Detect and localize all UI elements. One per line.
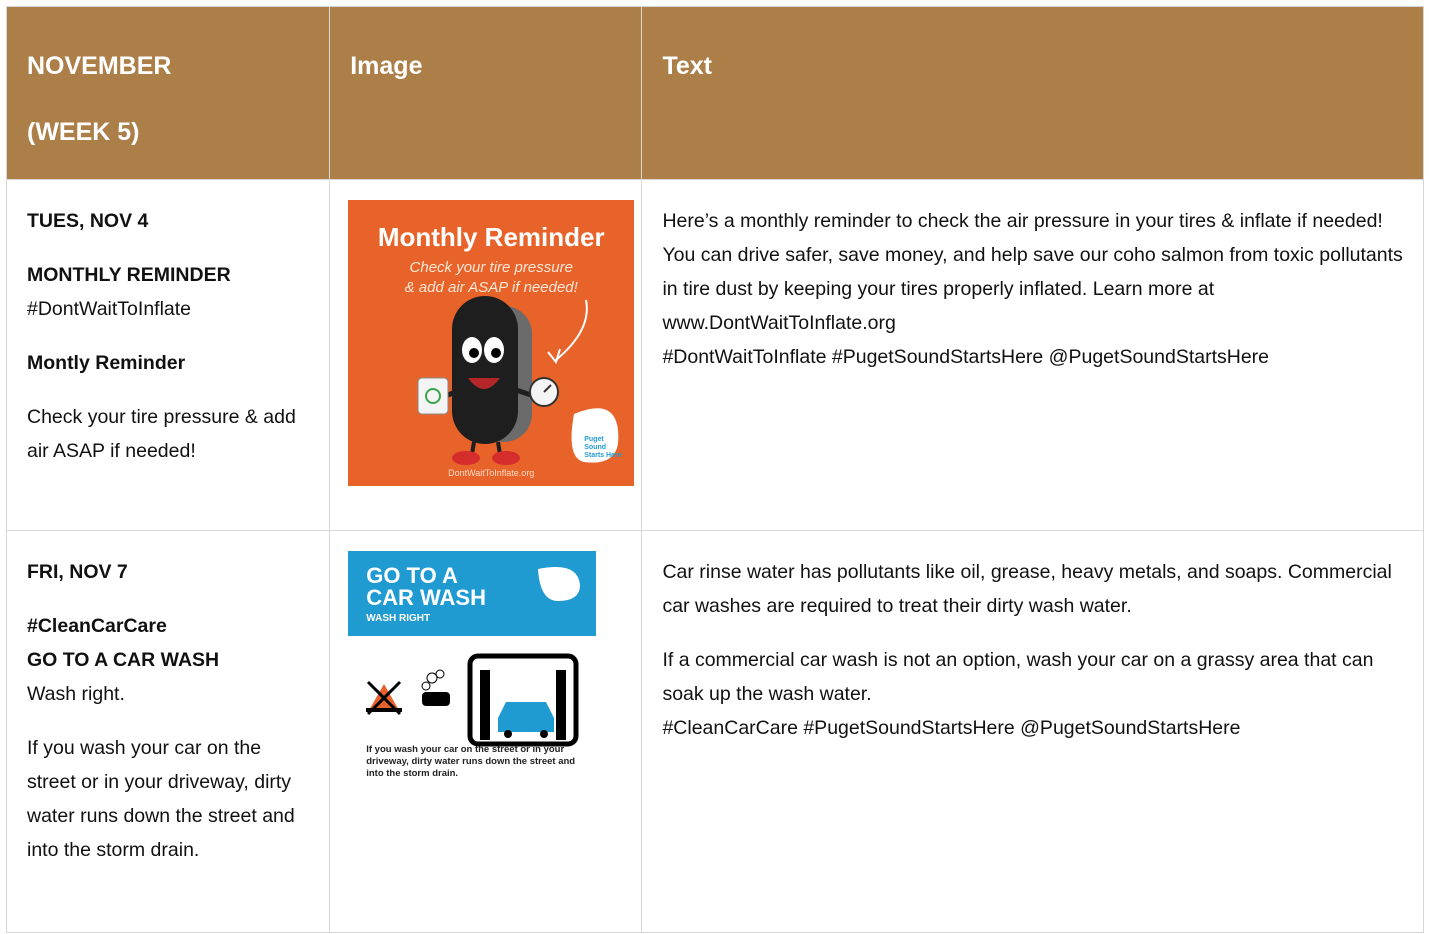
header-month: NOVEMBER: [27, 52, 172, 80]
car-wash-banner: GO TO A CAR WASH WASH RIGHT: [348, 551, 597, 636]
row-info-cell: FRI, NOV 7 #CleanCarCare GO TO A CAR WAS…: [5, 530, 331, 933]
post-text: Here’s a monthly reminder to check the a…: [662, 210, 1403, 334]
row-text-cell: Car rinse water has pollutants like oil,…: [641, 530, 1424, 933]
puget-sound-logo-icon: [538, 567, 581, 601]
row-image-cell: GO TO A CAR WASH WASH RIGHT If you wash …: [329, 530, 643, 933]
post-hashtags: #DontWaitToInflate #PugetSoundStartsHere…: [662, 346, 1270, 368]
car-wash-graphic: GO TO A CAR WASH WASH RIGHT If you wash …: [348, 551, 597, 780]
row-title: MONTHLY REMINDER: [27, 264, 231, 286]
car-wash-illustration-icon: [366, 653, 579, 747]
content-calendar-table: NOVEMBER (WEEK 5) Image Text TUES, NOV 4…: [5, 6, 1424, 933]
row-info-cell: TUES, NOV 4 MONTHLY REMINDER #DontWaitTo…: [5, 179, 331, 531]
table-header-row: NOVEMBER (WEEK 5) Image Text: [5, 6, 1424, 180]
row-tag: #DontWaitToInflate: [27, 298, 192, 320]
row-date: FRI, NOV 7: [27, 561, 128, 583]
post-text-paragraph-2: If a commercial car wash is not an optio…: [662, 649, 1374, 705]
car-wash-headline: GO TO A CAR WASH: [366, 563, 486, 610]
row-text-cell: Here’s a monthly reminder to check the a…: [641, 179, 1424, 531]
monthly-reminder-graphic: Monthly Reminder Check your tire pressur…: [348, 200, 635, 486]
header-week-number: (WEEK 5): [27, 118, 140, 146]
row-body: Check your tire pressure & add air ASAP …: [27, 406, 296, 462]
row-tag: #CleanCarCare: [27, 615, 167, 637]
table-row: TUES, NOV 4 MONTHLY REMINDER #DontWaitTo…: [5, 179, 1424, 531]
row-subtitle: Montly Reminder: [27, 352, 186, 374]
car-wash-subline: WASH RIGHT: [366, 613, 431, 624]
row-image-cell: Monthly Reminder Check your tire pressur…: [329, 179, 643, 531]
puget-sound-logo: Puget Sound Starts Here: [584, 436, 622, 459]
row-body: If you wash your car on the street or in…: [27, 737, 295, 861]
header-week: NOVEMBER (WEEK 5): [5, 6, 331, 180]
table-row: FRI, NOV 7 #CleanCarCare GO TO A CAR WAS…: [5, 530, 1424, 933]
graphic-url: DontWaitToInflate.org: [448, 468, 535, 478]
post-text-paragraph-1: Car rinse water has pollutants like oil,…: [662, 561, 1392, 617]
row-title: GO TO A CAR WASH: [27, 649, 220, 671]
post-hashtags: #CleanCarCare #PugetSoundStartsHere @Pug…: [662, 717, 1241, 739]
row-subtitle: Wash right.: [27, 683, 125, 705]
row-date: TUES, NOV 4: [27, 210, 149, 232]
header-text: Text: [641, 6, 1424, 180]
header-image: Image: [329, 6, 643, 180]
